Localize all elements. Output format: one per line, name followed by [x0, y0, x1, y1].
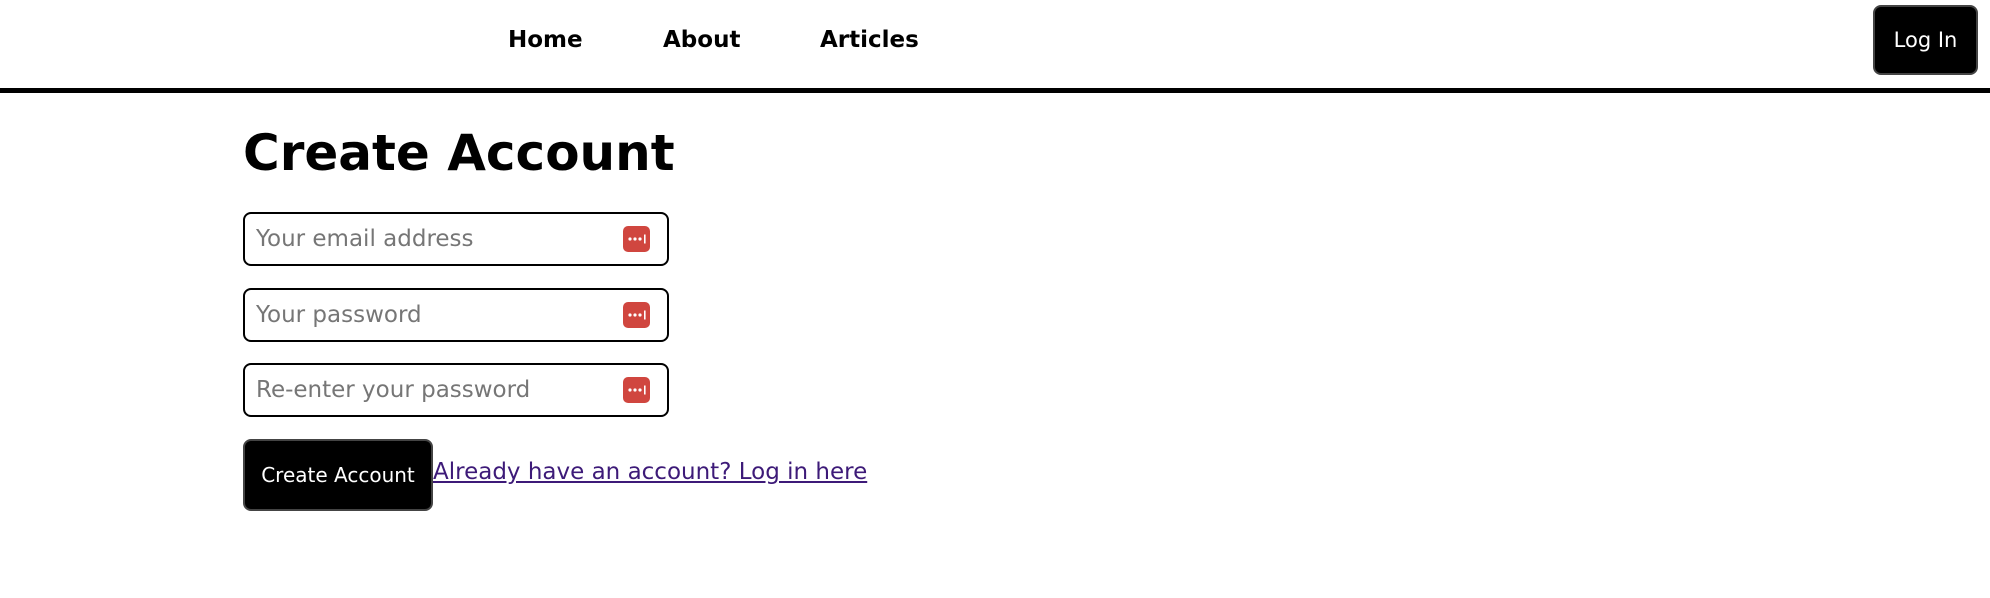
email-field[interactable] [256, 214, 606, 264]
nav-link-articles[interactable]: Articles [820, 27, 919, 53]
password-field-container [243, 288, 669, 342]
create-account-button[interactable]: Create Account [243, 439, 433, 511]
password-field[interactable] [256, 290, 606, 340]
confirm-password-field[interactable] [256, 365, 606, 415]
page-title: Create Account [243, 124, 675, 182]
password-manager-icon[interactable] [623, 377, 650, 403]
email-field-container [243, 212, 669, 266]
nav-link-about[interactable]: About [663, 27, 740, 53]
nav-link-home[interactable]: Home [508, 27, 583, 53]
password-manager-icon[interactable] [623, 226, 650, 252]
confirm-password-field-container [243, 363, 669, 417]
login-link[interactable]: Already have an account? Log in here [433, 459, 867, 485]
password-manager-icon[interactable] [623, 302, 650, 328]
login-button[interactable]: Log In [1873, 5, 1978, 75]
navbar: Home About Articles Log In [0, 0, 1990, 93]
